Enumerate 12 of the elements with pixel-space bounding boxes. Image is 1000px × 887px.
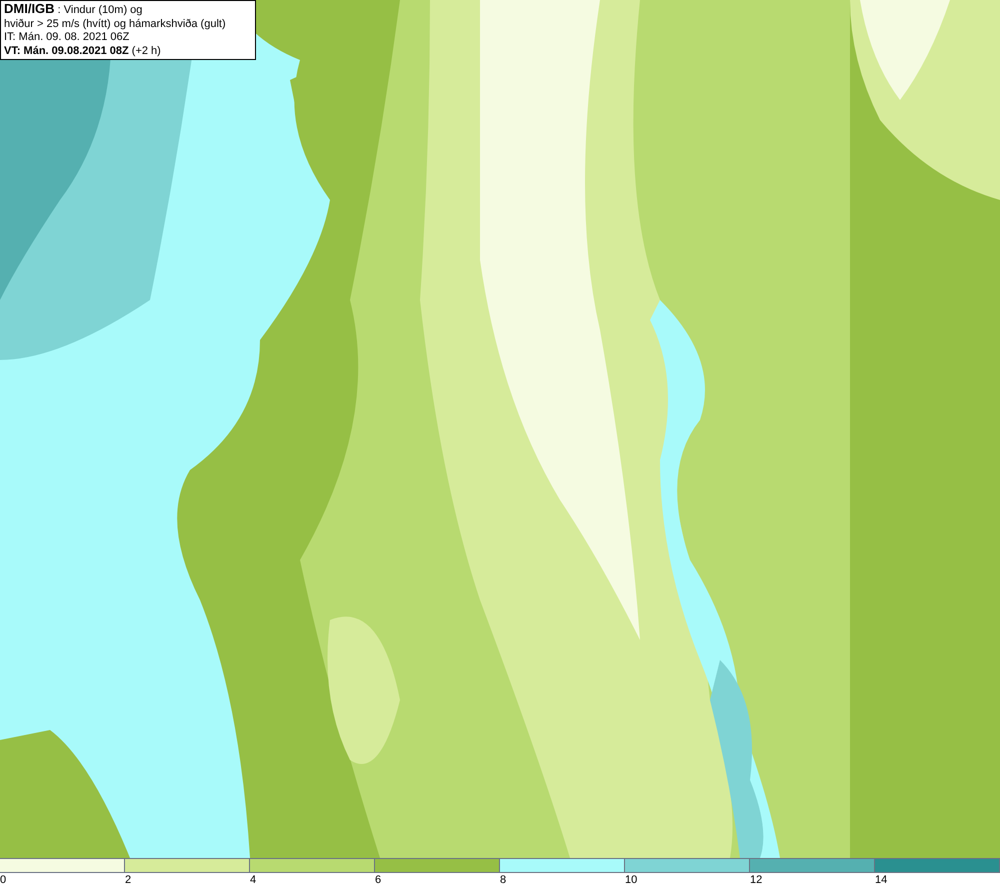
scale-label: 14 — [875, 873, 888, 887]
valid-time: VT: Mán. 09.08.2021 08Z (+2 h) — [4, 44, 162, 58]
scale-label: 10 — [625, 873, 638, 887]
scale-label: 0 — [0, 873, 6, 887]
scale-label: 2 — [125, 873, 132, 887]
scale-label: 12 — [750, 873, 762, 887]
scale-label: 4 — [250, 873, 256, 887]
scale-label: 6 — [375, 873, 382, 887]
map-title: DMI/IGB : Vindur (10m) og — [4, 2, 144, 18]
scale-label: 8 — [500, 873, 506, 887]
map-subtitle: hviður > 25 m/s (hvítt) og hámarkshviða (gult) — [4, 18, 227, 31]
initial-time: IT: Mán. 09. 08. 2021 06Z — [4, 31, 130, 44]
